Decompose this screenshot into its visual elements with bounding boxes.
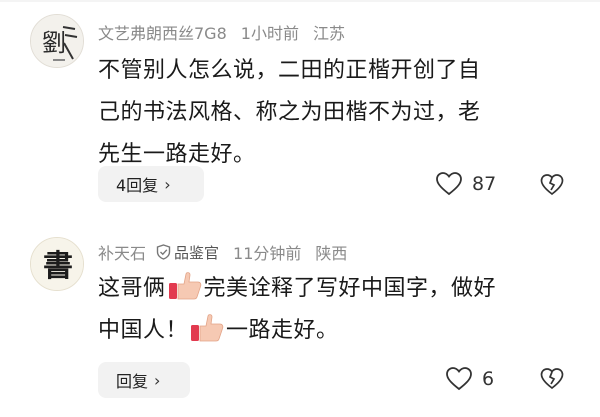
chevron-right-icon: › bbox=[154, 370, 161, 390]
like-button[interactable]: 6 bbox=[446, 367, 494, 391]
heart-icon bbox=[436, 172, 462, 196]
broken-heart-icon[interactable] bbox=[540, 173, 564, 197]
reply-button[interactable]: 回复 › bbox=[98, 362, 190, 398]
avatar[interactable]: 書 bbox=[30, 237, 84, 291]
shield-check-icon bbox=[156, 244, 171, 260]
comment-location: 陕西 bbox=[315, 244, 348, 263]
badge-label: 品鉴官 bbox=[174, 243, 220, 262]
username[interactable]: 文艺弗朗西丝7G8 bbox=[98, 20, 227, 44]
comment-text-segment: 这哥俩 bbox=[98, 276, 166, 301]
comment-text-line: 己的书法风格、称之为田楷不为过，老 bbox=[98, 100, 481, 125]
reply-label: 回复 bbox=[116, 372, 149, 391]
comment-text-segment: 一路走好。 bbox=[226, 318, 339, 343]
chevron-right-icon: › bbox=[164, 174, 171, 194]
comment-text-line: 中国人！ 一路走好。 bbox=[98, 310, 578, 352]
comment-text-segment: 中国人！ bbox=[98, 318, 189, 343]
avatar[interactable]: 劉 bbox=[30, 14, 84, 68]
comment-time: 11分钟前 bbox=[233, 244, 302, 263]
reply-label: 4回复 bbox=[116, 176, 159, 195]
comment-text: 这哥俩 完美诠释了写好中国字，做好 中国人！ 一路走好。 bbox=[98, 268, 578, 352]
user-badge[interactable]: 品鉴官 bbox=[156, 242, 219, 263]
avatar-calligraphy: 劉 bbox=[42, 29, 66, 57]
comment-text: 不管别人怎么说，二田的正楷开创了自 己的书法风格、称之为田楷不为过，老 先生一路… bbox=[98, 50, 578, 176]
avatar-calligraphy: 書 bbox=[43, 249, 73, 284]
thumbs-up-emoji bbox=[191, 314, 224, 342]
comment-text-line: 不管别人怎么说，二田的正楷开创了自 bbox=[98, 58, 481, 83]
comment-text-segment: 完美诠释了写好中国字，做好 bbox=[203, 276, 497, 301]
like-count: 87 bbox=[472, 173, 497, 195]
like-count: 6 bbox=[482, 368, 495, 390]
comment-text-line: 这哥俩 完美诠释了写好中国字，做好 bbox=[98, 268, 578, 310]
comment-meta: 补天石 品鉴官 11分钟前 陕西 bbox=[98, 240, 347, 264]
heart-icon bbox=[446, 367, 472, 391]
thumbs-up-emoji bbox=[168, 272, 201, 300]
username[interactable]: 补天石 bbox=[98, 240, 146, 264]
view-replies-button[interactable]: 4回复 › bbox=[98, 166, 204, 202]
broken-heart-icon[interactable] bbox=[540, 367, 564, 391]
comment-location: 江苏 bbox=[312, 24, 345, 43]
comment-meta: 文艺弗朗西丝7G8 1小时前 江苏 bbox=[98, 20, 345, 44]
comment-time: 1小时前 bbox=[240, 24, 299, 43]
like-button[interactable]: 87 bbox=[436, 172, 496, 196]
